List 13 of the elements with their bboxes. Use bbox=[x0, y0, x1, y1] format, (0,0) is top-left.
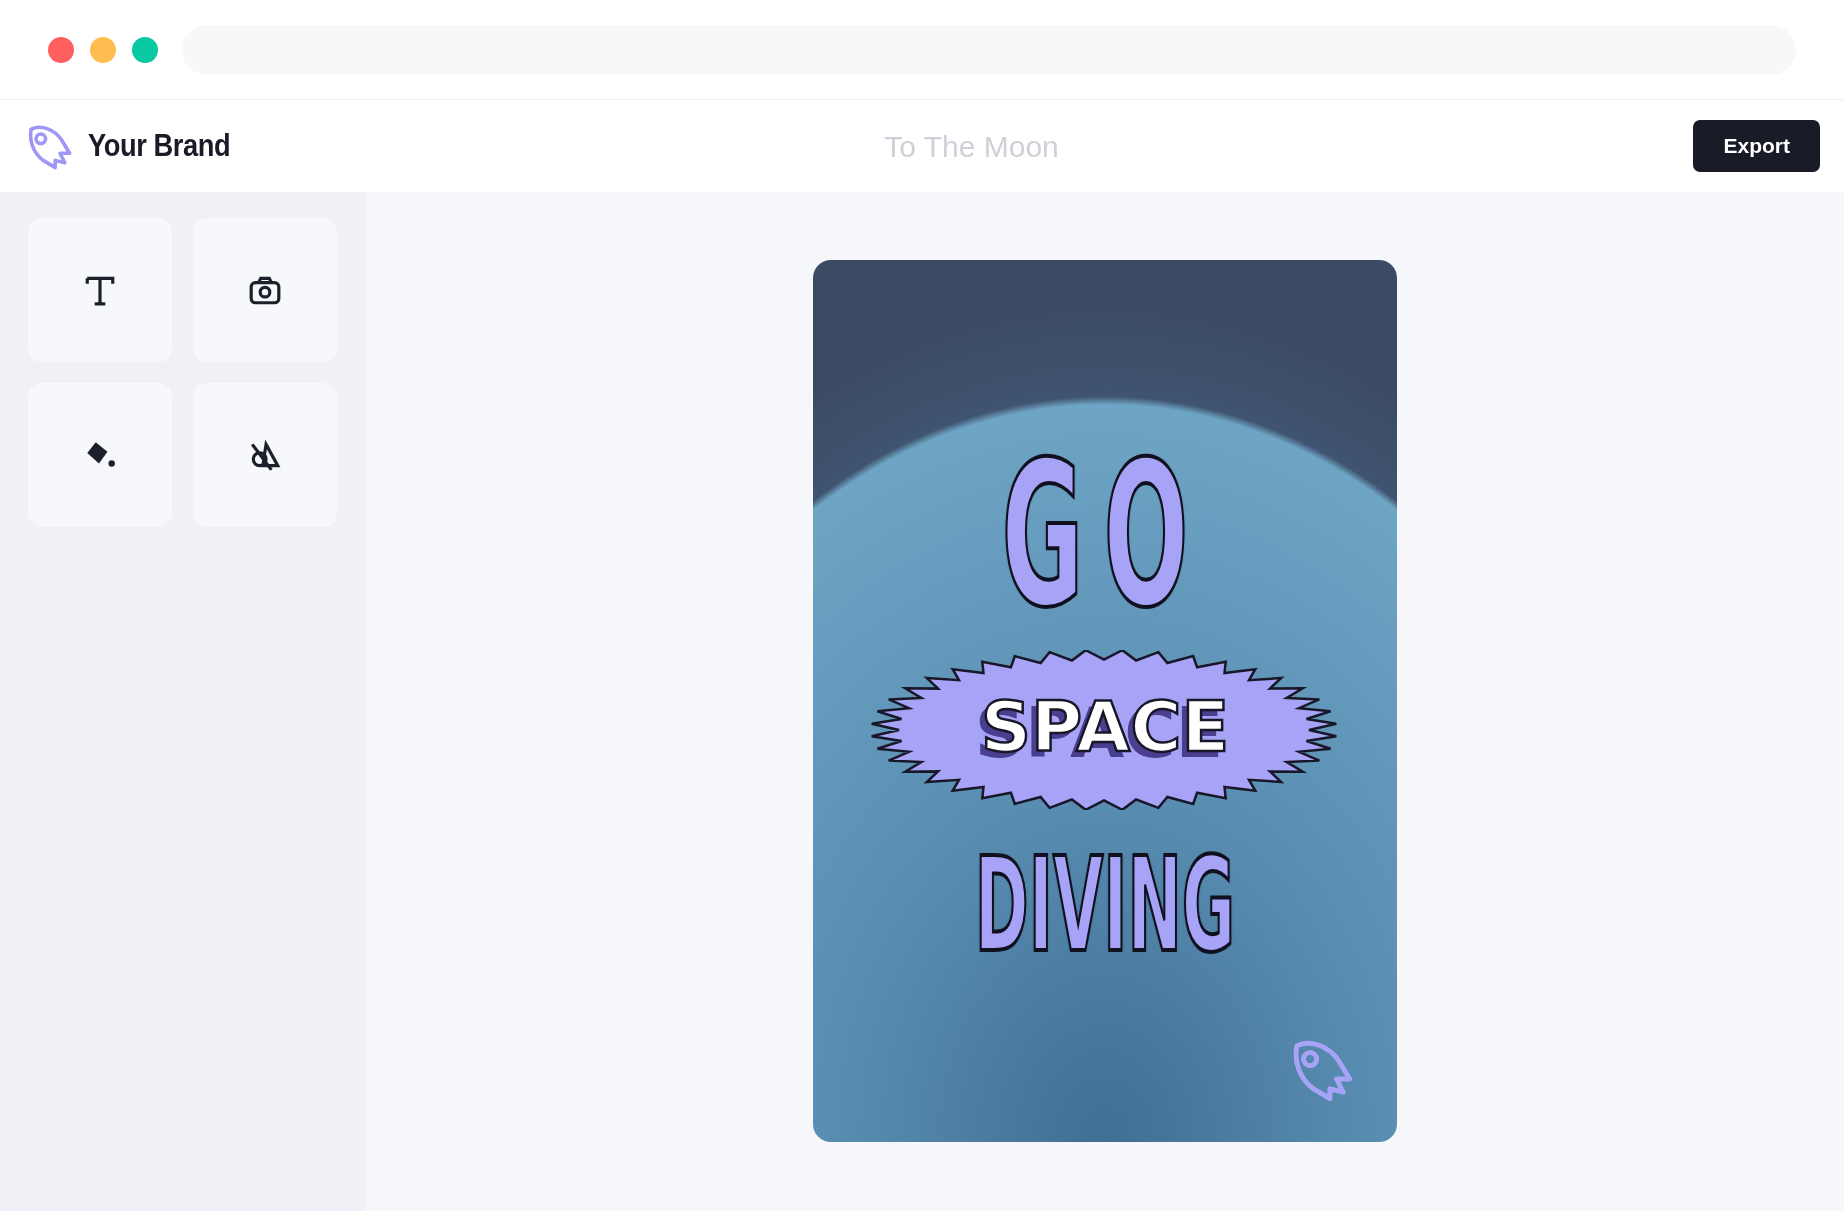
burst-text: SPACE bbox=[980, 692, 1230, 762]
headline-text: GO bbox=[1001, 435, 1209, 635]
window-button[interactable] bbox=[132, 36, 158, 63]
photo-tool-button[interactable] bbox=[193, 218, 337, 362]
window-button[interactable] bbox=[48, 36, 74, 63]
window-button[interactable] bbox=[90, 36, 116, 63]
shapes-tool-button[interactable] bbox=[193, 383, 337, 527]
fill-tool-button[interactable] bbox=[28, 383, 172, 527]
headline-text: DIVING bbox=[974, 840, 1236, 970]
export-button[interactable]: Export bbox=[1693, 120, 1820, 172]
shapes-icon bbox=[248, 438, 282, 472]
text-tool-button[interactable] bbox=[28, 218, 172, 362]
brand-name: Your Brand bbox=[88, 126, 231, 165]
